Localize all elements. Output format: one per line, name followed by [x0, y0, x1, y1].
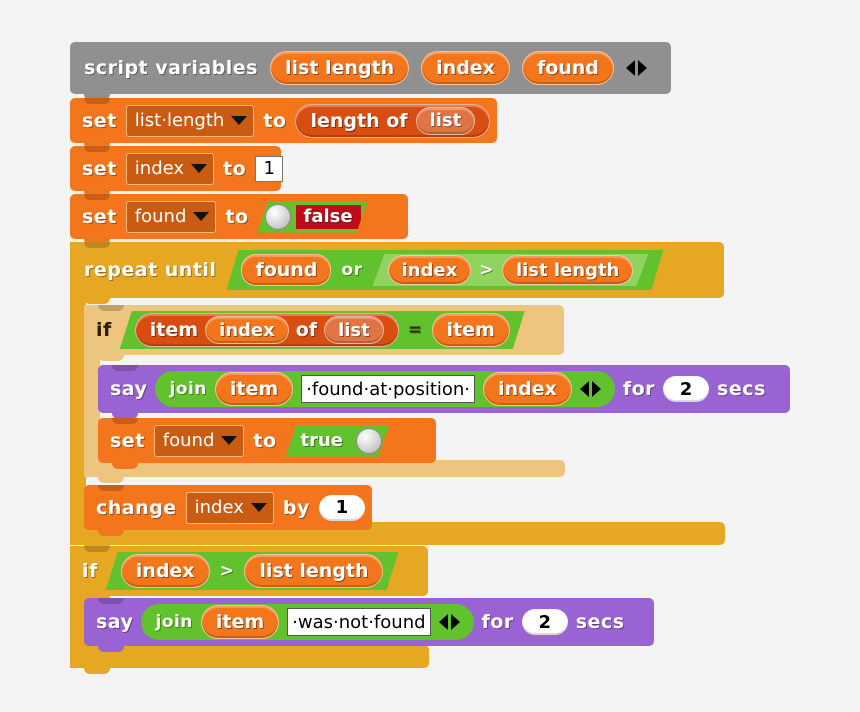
- block-set-list-length[interactable]: set list·length to length of list: [70, 98, 497, 149]
- set-keyword-label: set: [82, 109, 117, 132]
- block-set-index[interactable]: set index to 1: [70, 146, 284, 197]
- reporter-item-of-list[interactable]: item index of list: [135, 313, 399, 347]
- or-operator-label: or: [341, 260, 363, 280]
- chevron-down-icon: [191, 164, 208, 173]
- join-argument-item[interactable]: item: [214, 372, 294, 406]
- secs-label: secs: [575, 611, 625, 633]
- script-canvas: script variables list length index found…: [0, 0, 860, 712]
- condition-equals[interactable]: item index of list = item: [120, 311, 525, 349]
- change-keyword-label: change: [96, 496, 177, 519]
- block-say-not-found[interactable]: say join item ·was·not·found for 2 secs: [84, 598, 654, 652]
- greater-than-operator-label: >: [479, 260, 494, 280]
- set-index-value-input[interactable]: 1: [255, 155, 284, 182]
- for-label: for: [481, 611, 514, 633]
- join-label: join: [169, 379, 207, 399]
- condition-list-length-variable[interactable]: list length: [502, 255, 633, 285]
- toggle-knob-icon: [265, 204, 291, 230]
- script-variables-arrows[interactable]: [625, 60, 647, 76]
- set-found-true-dropdown[interactable]: found: [153, 424, 245, 457]
- join-arrows[interactable]: [438, 614, 460, 630]
- dropdown-value: list·length: [134, 110, 225, 131]
- item-label: item: [149, 319, 199, 341]
- block-say-found[interactable]: say join item ·found·at·position· index …: [98, 365, 790, 419]
- to-label: to: [263, 109, 287, 132]
- greater-than-operator-label: >: [219, 561, 235, 581]
- reporter-length-of-list[interactable]: length of list: [295, 103, 491, 138]
- say-keyword-label: say: [110, 378, 148, 400]
- condition-found-variable[interactable]: found: [241, 254, 331, 286]
- condition-index-variable[interactable]: index: [388, 255, 472, 285]
- dropdown-value: index: [194, 497, 244, 518]
- block-if-match[interactable]: if item index of list = item: [84, 305, 564, 361]
- of-label: of: [295, 319, 318, 341]
- script-variable-2[interactable]: found: [521, 51, 614, 85]
- condition-index-greater[interactable]: index > list length: [106, 552, 399, 590]
- item-list-argument[interactable]: list: [324, 316, 384, 344]
- for-label: for: [622, 378, 656, 400]
- dropdown-value: index: [134, 158, 185, 179]
- condition-or[interactable]: found or index > list length: [226, 250, 663, 290]
- equals-operator-label: =: [407, 320, 423, 340]
- join-argument-index[interactable]: index: [483, 372, 572, 406]
- if-not-found-foot: [70, 645, 429, 674]
- toggle-knob-icon: [356, 428, 382, 454]
- to-label: to: [225, 205, 249, 228]
- chevron-down-icon: [221, 436, 238, 445]
- boolean-value-label: true: [300, 430, 344, 451]
- item-index-argument[interactable]: index: [205, 316, 289, 344]
- set-found-dropdown[interactable]: found: [125, 200, 217, 233]
- if-keyword-label: if: [96, 319, 112, 341]
- condition-index-variable[interactable]: index: [121, 554, 210, 588]
- length-of-argument[interactable]: list: [415, 106, 476, 135]
- change-index-value-input[interactable]: 1: [318, 494, 365, 521]
- chevron-down-icon: [231, 116, 248, 125]
- condition-item-variable[interactable]: item: [432, 313, 510, 347]
- block-set-found-false[interactable]: set found to false: [70, 194, 408, 245]
- if-keyword-label: if: [82, 560, 98, 582]
- length-of-label: length of: [310, 109, 408, 132]
- script-variable-1[interactable]: index: [421, 51, 510, 85]
- set-list-length-dropdown[interactable]: list·length: [125, 104, 255, 137]
- dropdown-value: found: [162, 430, 215, 451]
- join-arrows[interactable]: [579, 381, 601, 397]
- reporter-join-found[interactable]: join item ·found·at·position· index: [155, 371, 615, 407]
- chevron-down-icon: [250, 503, 267, 512]
- set-index-dropdown[interactable]: index: [125, 152, 215, 185]
- dropdown-value: found: [134, 206, 187, 227]
- join-text-input[interactable]: ·was·not·found: [287, 608, 431, 636]
- set-keyword-label: set: [110, 429, 145, 452]
- to-label: to: [253, 429, 277, 452]
- to-label: to: [223, 157, 247, 180]
- condition-greater-than[interactable]: index > list length: [373, 254, 649, 286]
- change-index-dropdown[interactable]: index: [185, 491, 274, 524]
- block-change-index[interactable]: change index by 1: [84, 485, 372, 536]
- say-keyword-label: say: [96, 611, 134, 633]
- block-script-variables[interactable]: script variables list length index found: [70, 42, 671, 100]
- script-variables-label: script variables: [84, 57, 258, 79]
- join-text-input[interactable]: ·found·at·position·: [301, 375, 476, 403]
- block-repeat-until[interactable]: repeat until found or index > list lengt…: [70, 242, 724, 304]
- say-seconds-input[interactable]: 2: [521, 609, 568, 635]
- repeat-until-label: repeat until: [84, 259, 217, 281]
- boolean-value-label: false: [296, 205, 361, 229]
- join-argument-item[interactable]: item: [200, 605, 280, 639]
- condition-list-length-variable[interactable]: list length: [244, 554, 383, 588]
- secs-label: secs: [717, 378, 766, 400]
- reporter-join-not-found[interactable]: join item ·was·not·found: [141, 604, 474, 640]
- script-variable-0[interactable]: list length: [269, 51, 410, 85]
- join-label: join: [155, 612, 193, 632]
- block-if-not-found[interactable]: if index > list length: [70, 546, 428, 602]
- block-set-found-true[interactable]: set found to true: [98, 418, 436, 469]
- set-keyword-label: set: [82, 157, 117, 180]
- boolean-toggle-false[interactable]: false: [258, 201, 368, 233]
- say-seconds-input[interactable]: 2: [663, 376, 710, 402]
- set-keyword-label: set: [82, 205, 117, 228]
- boolean-toggle-true[interactable]: true: [286, 425, 390, 457]
- chevron-down-icon: [193, 212, 210, 221]
- by-label: by: [282, 496, 310, 519]
